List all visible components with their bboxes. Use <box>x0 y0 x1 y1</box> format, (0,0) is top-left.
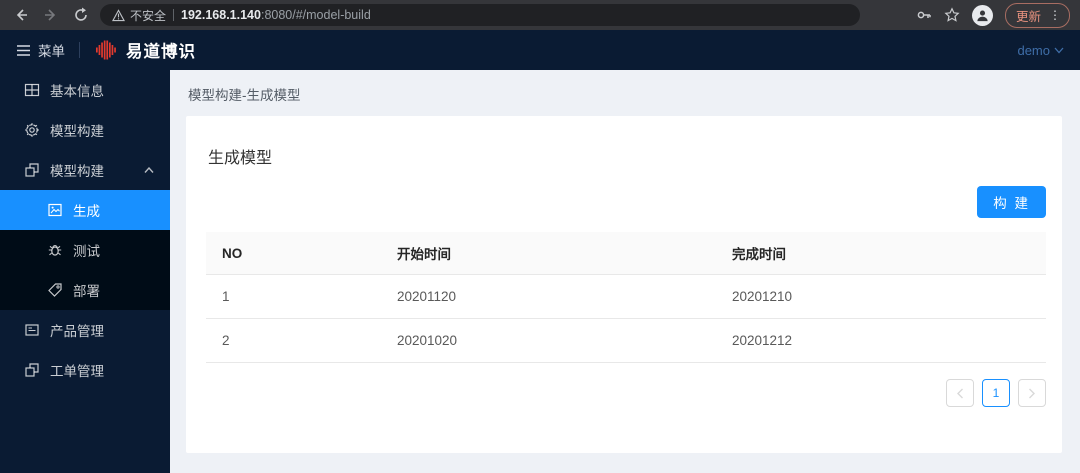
sidebar-item-label: 工单管理 <box>50 364 104 379</box>
cell-no: 1 <box>206 274 381 319</box>
blocks-icon <box>25 363 39 377</box>
column-header-no: NO <box>206 232 381 275</box>
sidebar-item-model-build[interactable]: 模型构建 <box>0 150 170 190</box>
url-path: :8080/#/model-build <box>260 8 371 22</box>
sidebar-item-label: 模型构建 <box>50 164 104 179</box>
chevron-left-icon <box>957 388 963 398</box>
person-icon <box>977 10 988 21</box>
cell-start-time: 20201020 <box>381 318 716 363</box>
breadcrumb: 模型构建-生成模型 <box>188 88 301 103</box>
build-button[interactable]: 构 建 <box>977 186 1046 218</box>
grid-icon <box>24 83 40 97</box>
sidebar: 基本信息 模型构建 模型配置 模型构建 生成 测试 部署 <box>0 70 170 473</box>
prev-page-button[interactable] <box>946 379 974 407</box>
next-page-button[interactable] <box>1018 379 1046 407</box>
sidebar-item-work-order-management[interactable]: 工单管理 <box>0 350 170 390</box>
chevron-up-icon <box>144 166 154 173</box>
app-header: 菜单 易道博识 demo <box>0 30 1080 70</box>
not-secure-label: 不安全 <box>130 8 167 23</box>
url-text: 192.168.1.140:8080/#/model-build <box>181 8 371 22</box>
toolbar: 构 建 <box>206 186 1046 232</box>
browser-toolbar: 不安全 192.168.1.140:8080/#/model-build 更新 … <box>0 0 1080 30</box>
address-divider <box>173 9 175 21</box>
cell-start-time: 20201120 <box>381 274 716 319</box>
blocks-icon <box>25 163 39 177</box>
sidebar-item-generate[interactable]: 生成 <box>0 190 170 230</box>
browser-refresh-icon[interactable] <box>70 4 92 26</box>
table-row: 2 20201020 20201212 <box>206 318 1046 363</box>
sidebar-item-deploy[interactable]: 部署 <box>0 270 170 310</box>
bookmark-star-icon[interactable] <box>944 7 960 23</box>
url-host: 192.168.1.140 <box>181 8 261 22</box>
not-secure-warning[interactable]: 不安全 <box>112 7 166 24</box>
sidebar-item-product-management[interactable]: 产品管理 <box>0 310 170 350</box>
column-header-finish-time: 完成时间 <box>716 232 1046 275</box>
brand-name: 易道博识 <box>126 43 196 61</box>
brand-logo-icon <box>96 40 116 60</box>
sidebar-item-basic-info[interactable]: 基本信息 <box>0 70 170 110</box>
user-dropdown[interactable]: demo <box>1017 43 1064 58</box>
product-box-icon <box>25 324 39 336</box>
page-number-button[interactable]: 1 <box>982 379 1010 407</box>
cell-finish-time: 20201212 <box>716 318 1046 363</box>
username: demo <box>1017 42 1050 58</box>
update-label: 更新 <box>1015 9 1041 24</box>
browser-menu-icon[interactable]: ⋮ <box>1049 8 1061 22</box>
column-header-start-time: 开始时间 <box>381 232 716 275</box>
model-build-submenu: 生成 测试 部署 <box>0 190 170 310</box>
image-icon <box>48 203 62 217</box>
profile-avatar[interactable] <box>971 4 993 26</box>
menu-toggle-button[interactable]: 菜单 <box>16 40 65 60</box>
chevron-right-icon <box>1029 388 1035 398</box>
content-card: 生成模型 构 建 NO 开始时间 完成时间 1 20201120 2020121… <box>186 116 1062 453</box>
gear-icon <box>25 123 39 137</box>
main-content: 模型构建-生成模型 生成模型 构 建 NO 开始时间 完成时间 1 202011… <box>170 70 1080 473</box>
tag-icon <box>48 283 62 297</box>
page-title: 生成模型 <box>208 150 273 167</box>
chevron-down-icon <box>1054 47 1064 53</box>
hamburger-icon <box>17 44 30 56</box>
password-key-icon[interactable] <box>916 7 932 23</box>
sidebar-item-model-config[interactable]: 模型构建 模型配置 <box>0 110 170 150</box>
table-header-row: NO 开始时间 完成时间 <box>206 232 1046 275</box>
sidebar-item-label: 生成 <box>73 204 100 219</box>
models-table: NO 开始时间 完成时间 1 20201120 20201210 2 20201… <box>206 232 1046 363</box>
table-row: 1 20201120 20201210 <box>206 274 1046 319</box>
sidebar-item-label: 测试 <box>73 244 100 259</box>
browser-back-icon[interactable] <box>10 4 32 26</box>
sidebar-item-label: 部署 <box>73 284 100 299</box>
sidebar-item-label: 基本信息 <box>50 84 104 99</box>
menu-toggle-label: 菜单 <box>38 44 65 59</box>
bug-icon <box>48 245 62 256</box>
warning-triangle-icon <box>112 8 125 21</box>
cell-finish-time: 20201210 <box>716 274 1046 319</box>
browser-forward-icon[interactable] <box>40 4 62 26</box>
brand: 易道博识 <box>94 38 196 62</box>
address-bar[interactable]: 不安全 192.168.1.140:8080/#/model-build <box>100 4 860 26</box>
header-divider <box>79 42 80 58</box>
sidebar-item-test[interactable]: 测试 <box>0 230 170 270</box>
sidebar-item-label: 模型构建 <box>50 124 104 139</box>
chrome-update-button[interactable]: 更新 ⋮ <box>1004 2 1070 28</box>
cell-no: 2 <box>206 318 381 363</box>
pagination: 1 <box>206 363 1046 423</box>
sidebar-item-label: 产品管理 <box>50 324 104 339</box>
